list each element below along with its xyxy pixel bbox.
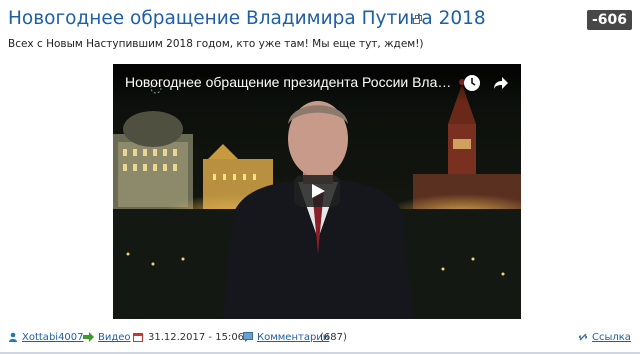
video-title[interactable]: Новогоднее обращение президента России В… xyxy=(125,74,455,90)
post-footer: Xottabi4007 Видео 31.12.2017 - 15:06 Ком… xyxy=(0,328,640,348)
comments-link[interactable]: Комментарии xyxy=(257,332,329,343)
share-icon[interactable] xyxy=(492,74,510,92)
category-icon xyxy=(83,332,94,345)
clock-icon[interactable] xyxy=(463,74,481,92)
user-icon xyxy=(8,332,18,345)
permalink[interactable]: Ссылка xyxy=(592,332,631,343)
comments-icon xyxy=(243,332,253,345)
link-icon xyxy=(578,332,588,345)
calendar-icon xyxy=(133,332,143,345)
author-link[interactable]: Xottabi4007 xyxy=(22,332,84,343)
play-icon[interactable] xyxy=(294,175,340,207)
comments-count: (687) xyxy=(320,332,347,343)
post-date: 31.12.2017 - 15:06 xyxy=(148,332,245,343)
rating-badge: -606 xyxy=(586,10,632,30)
post-text: Всех с Новым Наступившим 2018 годом, кто… xyxy=(8,38,424,50)
category-link[interactable]: Видео xyxy=(98,332,131,343)
video-player[interactable]: Новогоднее обращение президента России В… xyxy=(113,64,521,319)
external-window-icon[interactable] xyxy=(413,15,422,24)
